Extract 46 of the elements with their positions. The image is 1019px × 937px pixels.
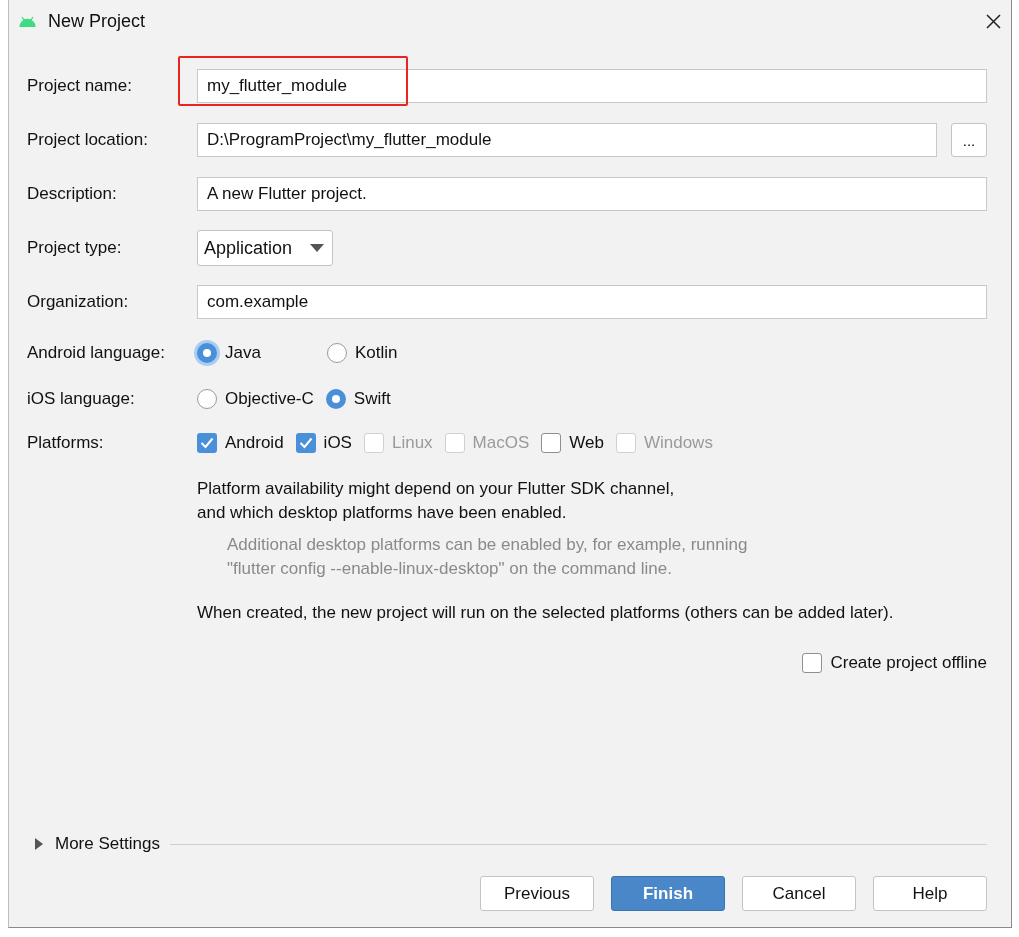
info-text: Platform availability might depend on your Flutter SDK channel, and which desktop platforms have been enabled. <box>196 478 676 524</box>
text-field[interactable]: com.example <box>197 285 987 319</box>
field-label: iOS language: <box>27 389 136 409</box>
close-icon[interactable] <box>986 13 1001 29</box>
option-label: Swift <box>353 389 391 409</box>
option-label: Java <box>225 343 261 363</box>
field-label: Project name: <box>27 76 133 96</box>
caret-icon <box>310 244 325 252</box>
checkbox[interactable] <box>295 433 316 453</box>
android-icon <box>19 15 36 27</box>
info-text: When created, the new project will run on the selected platforms (others can be added later). <box>196 602 895 624</box>
browse-button[interactable]: ... <box>951 123 987 157</box>
field-label: Description: <box>27 184 118 204</box>
triangle-icon <box>35 838 43 850</box>
option-label: iOS <box>323 433 352 453</box>
option-label: Windows <box>643 433 713 453</box>
project-type-dropdown[interactable]: Application <box>197 230 334 266</box>
option-label: MacOS <box>472 433 530 453</box>
option-label: Objective-C <box>225 389 314 409</box>
radio-button[interactable] <box>197 343 217 363</box>
field-label: Android language: <box>27 343 166 363</box>
hint-text: Additional desktop platforms can be enabled by, for example, running "flutter config --enable-linux-desktop" on the command line. <box>226 534 749 580</box>
option-label: Web <box>569 433 604 453</box>
text-field[interactable]: A new Flutter project. <box>197 177 987 211</box>
field-label: Project type: <box>27 238 123 258</box>
field-label: Project location: <box>27 130 149 150</box>
checkbox[interactable] <box>197 433 217 453</box>
radio-button[interactable] <box>326 343 347 363</box>
window-title: New Project <box>48 10 147 32</box>
option-label: Android <box>225 433 284 453</box>
option-label: Create project offline <box>830 653 987 673</box>
radio-button[interactable] <box>325 389 346 409</box>
primary-button[interactable]: Finish <box>611 876 725 911</box>
field-label: Platforms: <box>27 433 105 453</box>
checkbox[interactable] <box>802 653 823 673</box>
field-label: Organization: <box>27 292 130 312</box>
checkbox[interactable] <box>541 433 562 453</box>
dialog-button[interactable]: Cancel <box>742 876 856 911</box>
text-field[interactable]: D:\ProgramProject\my_flutter_module <box>197 123 937 157</box>
text-field[interactable]: my_flutter_module <box>197 69 987 103</box>
dialog-button[interactable]: Help <box>873 876 987 911</box>
option-label: Kotlin <box>354 343 398 363</box>
radio-button[interactable] <box>197 389 217 409</box>
dialog-button[interactable]: Previous <box>480 876 594 911</box>
more-settings-toggle[interactable]: More Settings <box>35 834 160 854</box>
option-label: Linux <box>391 433 433 453</box>
